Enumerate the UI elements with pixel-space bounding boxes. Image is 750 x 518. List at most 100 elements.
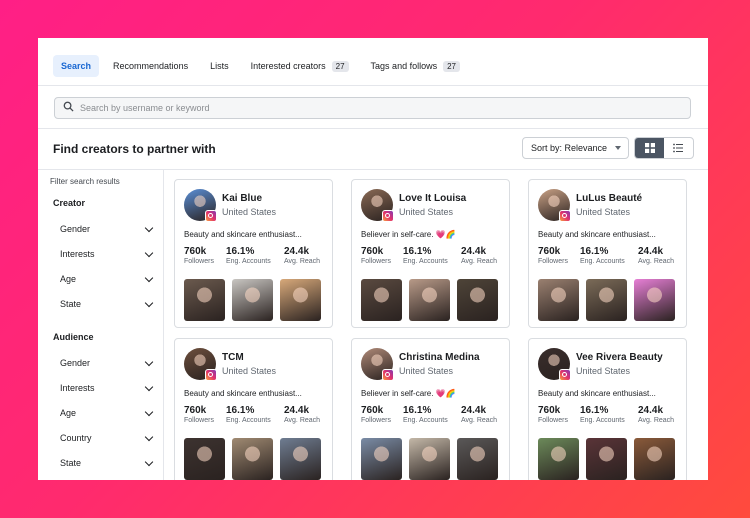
tab-search[interactable]: Search [53, 55, 100, 77]
creator-name: Vee Rivera Beauty [576, 352, 663, 363]
creator-name: TCM [222, 352, 244, 363]
tab-label: Recommendations [113, 61, 189, 71]
search-icon [63, 99, 74, 117]
post-thumbnail[interactable] [184, 279, 225, 321]
stat-reach: 24.4k Avg. Reach [284, 405, 320, 424]
creator-card[interactable]: Christina Medina United States Believer in… [351, 338, 510, 480]
creator-card[interactable]: Kai Blue United States Beauty and skincare… [174, 179, 333, 328]
creator-name: Christina Medina [399, 352, 480, 363]
count-badge: 27 [331, 60, 349, 72]
post-thumbnail[interactable] [280, 279, 321, 321]
creator-bio: Believer in self-care. 💗🌈 [361, 230, 456, 239]
tab-tags-and-follows[interactable]: Tags and follows 27 [363, 55, 468, 78]
tab-label: Interested creators [250, 61, 326, 71]
stat-label: Eng. Accounts [226, 417, 271, 424]
tab-label: Tags and follows [370, 61, 438, 71]
stat-value: 760k [538, 405, 561, 416]
stat-value: 16.1% [580, 405, 609, 416]
filter-label: Country [60, 433, 92, 443]
filter-creator-age[interactable]: Age [60, 273, 156, 284]
chevron-down-icon [144, 432, 154, 441]
count-badge: 27 [443, 60, 460, 72]
instagram-icon [382, 369, 394, 381]
post-thumbnail[interactable] [538, 279, 579, 321]
stat-value: 16.1% [226, 405, 255, 416]
creator-bio: Beauty and skincare enthusiast... [538, 230, 656, 239]
stat-eng: 16.1% Eng. Accounts [580, 405, 625, 424]
stat-label: Avg. Reach [461, 417, 498, 424]
list-view-button[interactable] [664, 138, 693, 158]
stat-label: Eng. Accounts [226, 258, 271, 265]
divider [38, 85, 708, 86]
stat-label: Avg. Reach [461, 258, 498, 265]
stat-reach: 24.4k Avg. Reach [638, 405, 674, 424]
post-thumbnail[interactable] [457, 438, 498, 480]
search-bar[interactable] [54, 97, 691, 119]
post-thumbnail[interactable] [586, 279, 627, 321]
post-thumbnail[interactable] [409, 279, 450, 321]
stat-label: Followers [538, 258, 568, 265]
stat-label: Eng. Accounts [403, 417, 448, 424]
post-thumbnail[interactable] [184, 438, 225, 480]
post-thumbnail[interactable] [361, 438, 402, 480]
creator-bio: Believer in self-care. 💗🌈 [361, 389, 456, 398]
post-thumbnail[interactable] [232, 279, 273, 321]
list-icon [673, 143, 683, 153]
creator-location: United States [222, 366, 277, 376]
filter-audience-country[interactable]: Country [60, 432, 156, 443]
filter-label: State [60, 458, 82, 468]
post-thumbnail[interactable] [361, 279, 402, 321]
stat-eng: 16.1% Eng. Accounts [403, 246, 448, 265]
chevron-down-icon [144, 357, 154, 366]
filter-audience-interests[interactable]: Interests [60, 382, 156, 393]
app-window: Search Recommendations Lists Interested … [38, 38, 708, 480]
tab-recommendations[interactable]: Recommendations [105, 55, 196, 77]
stat-value: 24.4k [638, 246, 664, 257]
creator-card[interactable]: LuLus Beauté United States Beauty and skin… [528, 179, 687, 328]
creator-card[interactable]: Love It Louisa United States Believer in s… [351, 179, 510, 328]
post-thumbnail[interactable] [280, 438, 321, 480]
stat-label: Followers [184, 417, 214, 424]
stat-label: Eng. Accounts [580, 258, 625, 265]
creator-name: Love It Louisa [399, 193, 467, 204]
stat-value: 16.1% [403, 405, 432, 416]
stat-label: Avg. Reach [284, 417, 321, 424]
instagram-icon [559, 369, 571, 381]
filter-creator-gender[interactable]: Gender [60, 223, 156, 234]
stat-label: Followers [361, 258, 391, 265]
filter-audience-state[interactable]: State [60, 457, 156, 468]
filter-creator-interests[interactable]: Interests [60, 248, 156, 259]
post-thumbnail[interactable] [634, 438, 675, 480]
post-thumbnail[interactable] [457, 279, 498, 321]
stat-followers: 760k Followers [361, 405, 391, 424]
search-input[interactable] [80, 103, 660, 113]
filter-audience-gender[interactable]: Gender [60, 357, 156, 368]
stat-value: 24.4k [284, 246, 310, 257]
creator-card[interactable]: TCM United States Beauty and skincare enth… [174, 338, 333, 480]
creator-card[interactable]: Vee Rivera Beauty United States Beauty and… [528, 338, 687, 480]
filter-label: Gender [60, 358, 91, 368]
filter-label: Age [60, 274, 77, 284]
caret-down-icon [615, 146, 622, 150]
creator-bio: Beauty and skincare enthusiast... [184, 389, 302, 398]
stat-label: Avg. Reach [284, 258, 321, 265]
filter-label: Interests [60, 249, 95, 259]
post-thumbnail[interactable] [538, 438, 579, 480]
post-thumbnail[interactable] [232, 438, 273, 480]
filter-audience-age[interactable]: Age [60, 407, 156, 418]
filter-creator-state[interactable]: State [60, 298, 156, 309]
stat-value: 16.1% [580, 246, 609, 257]
chevron-down-icon [144, 407, 154, 416]
tab-interested-creators[interactable]: Interested creators 27 [243, 55, 357, 78]
tab-lists[interactable]: Lists [202, 55, 237, 77]
stat-reach: 24.4k Avg. Reach [461, 246, 497, 265]
grid-view-button[interactable] [635, 138, 664, 158]
post-thumbnail[interactable] [586, 438, 627, 480]
sort-dropdown[interactable]: Sort by: Relevance [522, 137, 629, 159]
post-thumbnail[interactable] [409, 438, 450, 480]
stat-reach: 24.4k Avg. Reach [638, 246, 674, 265]
post-thumbnail[interactable] [634, 279, 675, 321]
creator-location: United States [399, 207, 454, 217]
stat-followers: 760k Followers [538, 246, 568, 265]
stat-reach: 24.4k Avg. Reach [284, 246, 320, 265]
